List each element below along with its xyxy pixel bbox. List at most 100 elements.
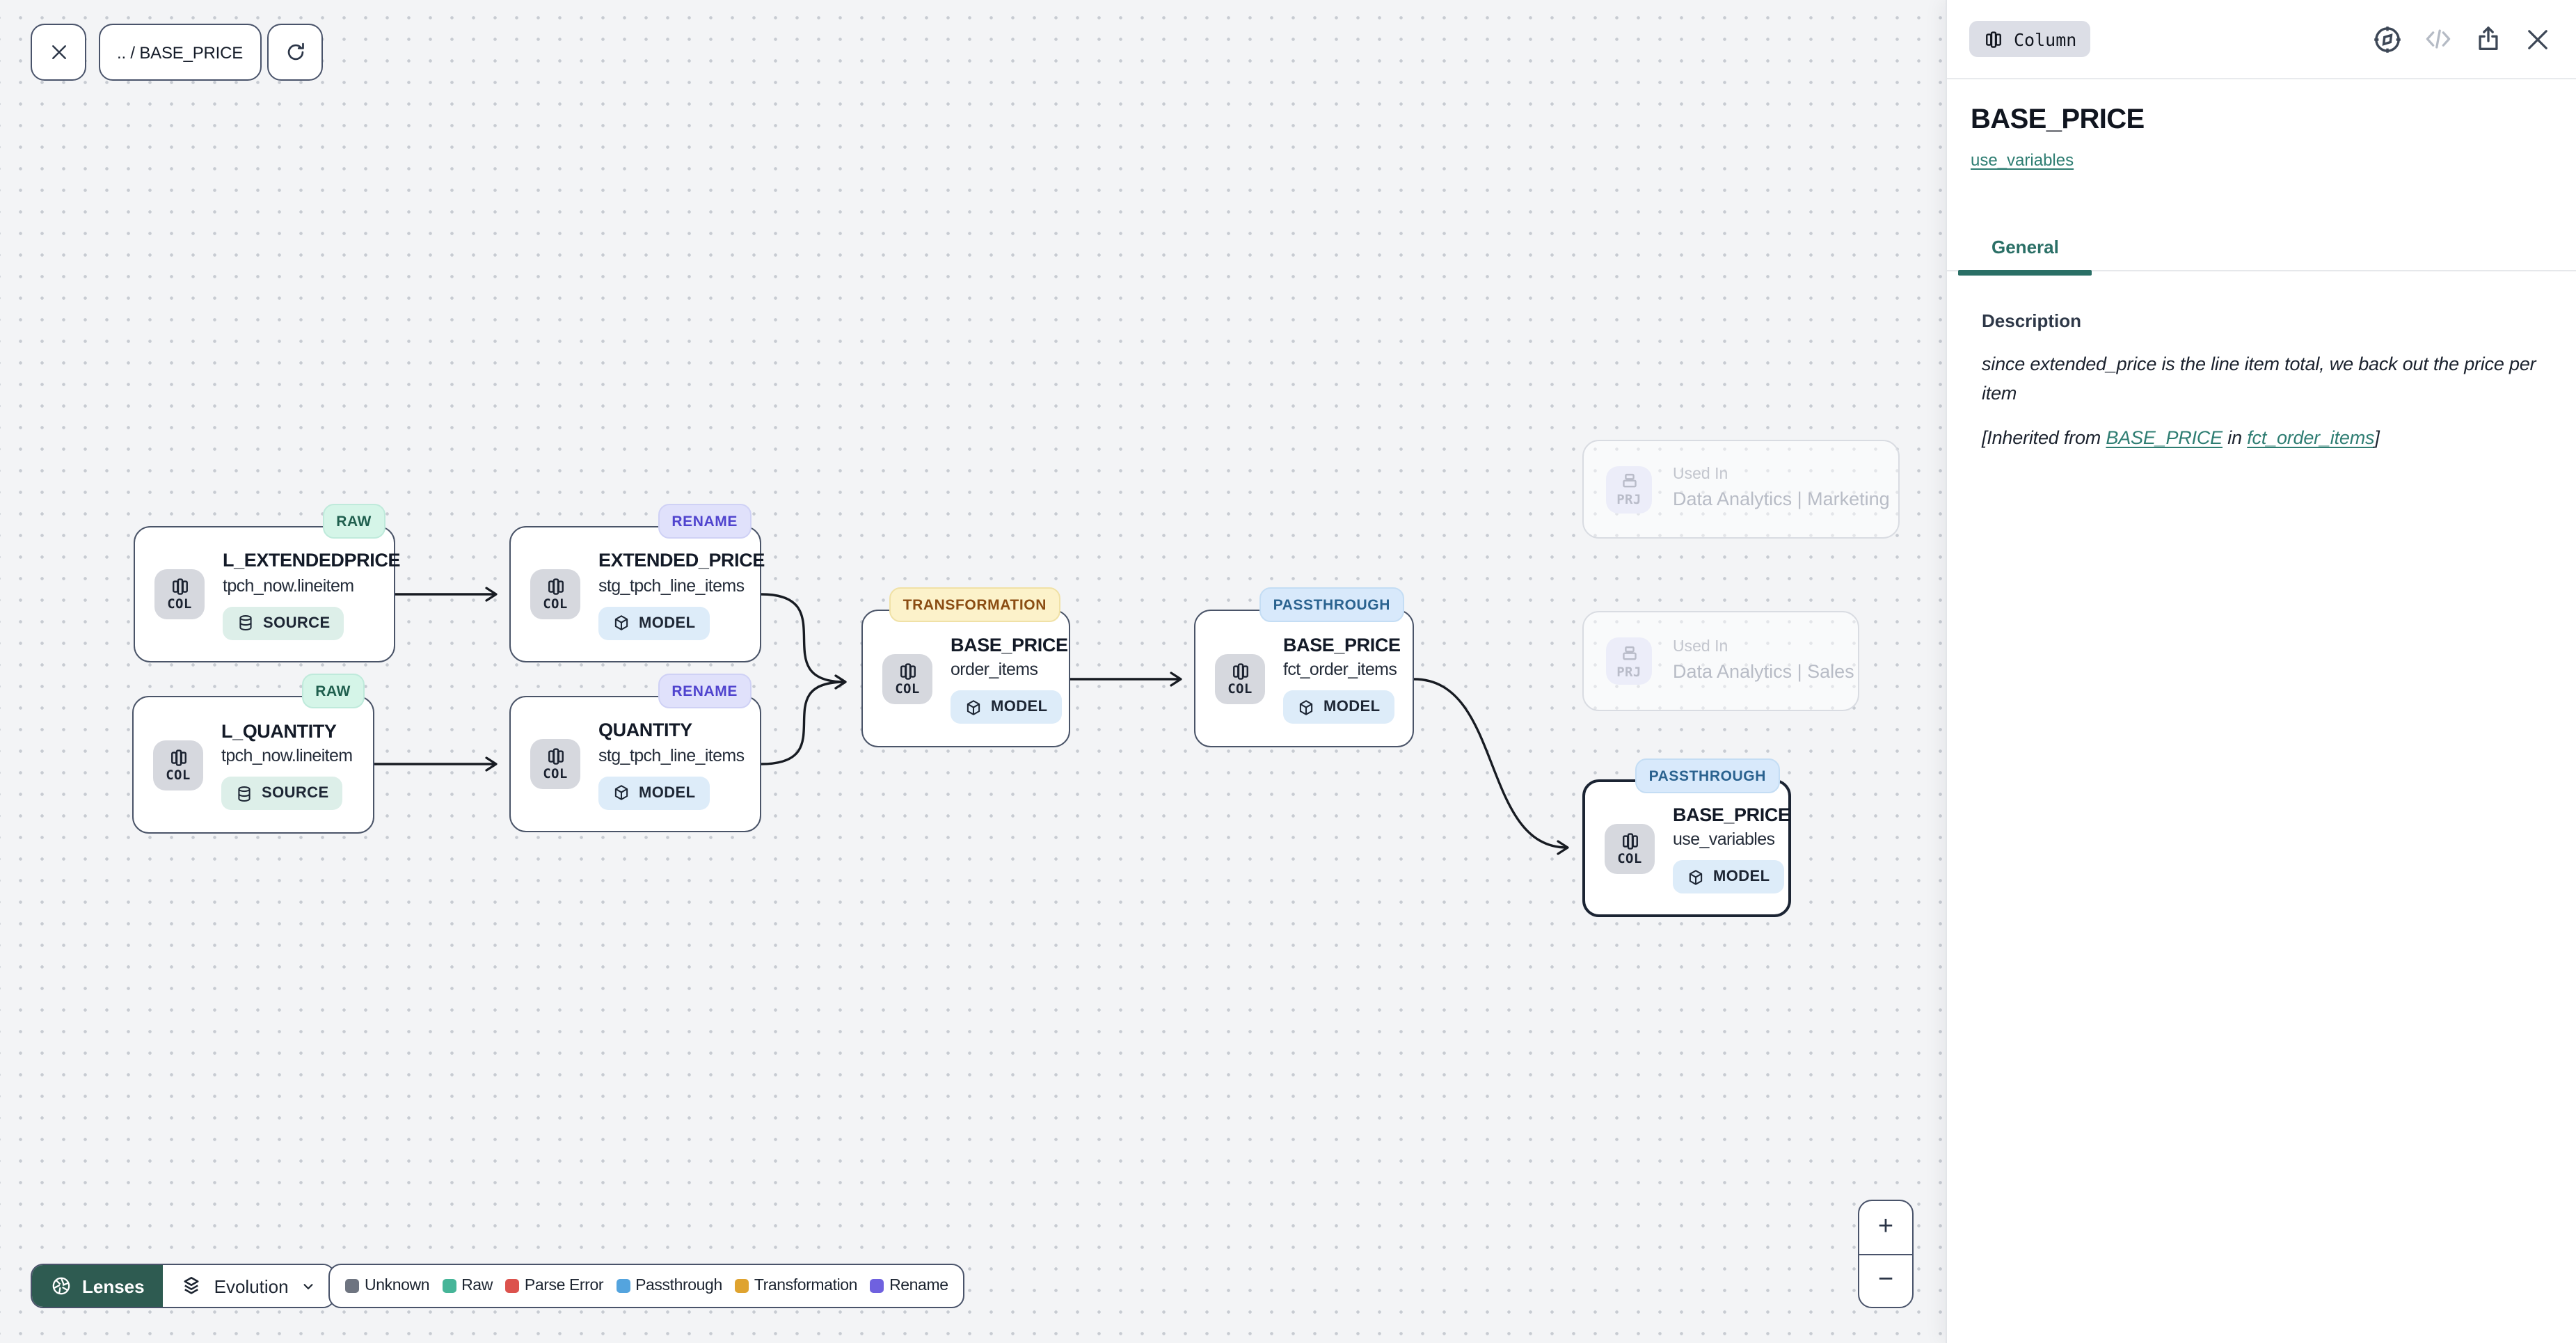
node-subtitle: stg_tpch_line_items	[598, 742, 745, 768]
node-title: EXTENDED_PRICE	[598, 548, 765, 573]
chip-label: COL	[1617, 853, 1642, 866]
legend-item-raw: Raw	[442, 1278, 493, 1294]
legend-label: Transformation	[754, 1278, 857, 1294]
columns-icon	[1230, 661, 1250, 682]
lens-badge: PASSTHROUGH	[1635, 758, 1780, 793]
close-lineage-button[interactable]	[31, 24, 86, 81]
column-chip: COL	[1215, 653, 1265, 704]
chip-label: COL	[167, 599, 192, 612]
legend-swatch	[870, 1279, 884, 1293]
lens-badge: RENAME	[658, 674, 752, 708]
column-chip: COL	[153, 740, 203, 790]
lens-selected-label: Evolution	[214, 1276, 289, 1296]
database-icon	[235, 785, 253, 803]
column-node-base-price-fct-order-items[interactable]: PASSTHROUGH COL BASE_PRICE fct_order_ite…	[1194, 610, 1414, 747]
legend-swatch	[345, 1279, 359, 1293]
node-kind-pill: MODEL	[1283, 691, 1394, 724]
cube-icon	[612, 784, 630, 802]
refresh-icon	[283, 40, 307, 64]
used-in-name: Data Analytics | Sales	[1673, 658, 1854, 687]
legend-label: Passthrough	[635, 1278, 722, 1294]
legend-item-passthrough: Passthrough	[616, 1278, 722, 1294]
column-chip: COL	[882, 653, 932, 704]
columns-icon	[1983, 29, 2004, 49]
chevron-down-icon	[300, 1277, 318, 1295]
tab-general[interactable]: General	[1958, 224, 2092, 270]
refresh-button[interactable]	[267, 24, 323, 81]
lenses-control: Lenses Evolution	[31, 1264, 336, 1308]
lenses-button[interactable]: Lenses	[32, 1265, 163, 1307]
node-title: L_EXTENDEDPRICE	[223, 548, 400, 573]
zoom-in-button[interactable]: +	[1859, 1201, 1912, 1255]
breadcrumb[interactable]: .. / BASE_PRICE	[99, 24, 261, 81]
lenses-label: Lenses	[82, 1276, 145, 1296]
node-title: BASE_PRICE	[1283, 633, 1401, 657]
node-title: BASE_PRICE	[1673, 802, 1790, 827]
share-button[interactable]	[2472, 23, 2504, 55]
node-kind-label: MODEL	[991, 699, 1047, 716]
chip-label: PRJ	[1616, 667, 1641, 680]
cube-icon	[1687, 868, 1705, 887]
used-in-node-sales[interactable]: PRJ Used In Data Analytics | Sales	[1582, 611, 1859, 711]
node-subtitle: tpch_now.lineitem	[223, 573, 354, 598]
lens-select-dropdown[interactable]: Evolution	[163, 1265, 335, 1307]
legend-swatch	[735, 1279, 749, 1293]
legend-label: Rename	[889, 1278, 948, 1294]
node-subtitle: fct_order_items	[1283, 657, 1397, 682]
zoom-out-button[interactable]: −	[1859, 1255, 1912, 1307]
lens-legend: Unknown Raw Parse Error Passthrough Tran…	[328, 1264, 965, 1308]
inherited-model-link[interactable]: fct_order_items	[2247, 427, 2374, 448]
legend-label: Unknown	[365, 1278, 429, 1294]
node-subtitle: use_variables	[1673, 827, 1774, 852]
column-node-extended-price[interactable]: RENAME COL EXTENDED_PRICE stg_tpch_line_…	[509, 526, 761, 662]
node-kind-pill: MODEL	[1673, 861, 1783, 894]
node-kind-label: MODEL	[1323, 699, 1380, 716]
project-icon	[1618, 471, 1640, 493]
close-panel-button[interactable]	[2522, 23, 2554, 55]
lens-badge: TRANSFORMATION	[889, 587, 1060, 622]
node-title: QUANTITY	[598, 718, 692, 742]
code-icon	[2422, 24, 2453, 54]
node-kind-pill: SOURCE	[221, 777, 343, 811]
used-in-label: Used In	[1673, 464, 1728, 486]
entity-type-badge: Column	[1969, 21, 2090, 57]
inherited-prefix: [Inherited from	[1982, 427, 2106, 448]
columns-icon	[545, 577, 566, 598]
column-node-l-quantity[interactable]: RAW COL L_QUANTITY tpch_now.lineitem SOU…	[132, 696, 374, 834]
project-icon	[1618, 643, 1640, 665]
node-title: BASE_PRICE	[951, 633, 1068, 657]
close-icon	[2523, 24, 2552, 54]
column-node-l-extendedprice[interactable]: RAW COL L_EXTENDEDPRICE tpch_now.lineite…	[134, 526, 395, 662]
details-panel-header: Column	[1947, 0, 2576, 79]
view-code-button[interactable]	[2422, 23, 2454, 55]
legend-swatch	[442, 1279, 456, 1293]
database-icon	[237, 614, 255, 633]
node-kind-pill: MODEL	[598, 777, 709, 810]
columns-icon	[169, 577, 190, 598]
legend-label: Raw	[461, 1278, 493, 1294]
breadcrumb-label: .. / BASE_PRICE	[117, 42, 243, 62]
explore-compass-button[interactable]	[2371, 23, 2403, 55]
legend-item-parse-error: Parse Error	[505, 1278, 603, 1294]
column-chip: COL	[530, 739, 580, 789]
column-node-base-price-use-variables[interactable]: PASSTHROUGH COL BASE_PRICE use_variables…	[1582, 779, 1791, 917]
inherited-suffix: ]	[2374, 427, 2379, 448]
panel-title: BASE_PRICE	[1971, 103, 2554, 138]
model-link[interactable]: use_variables	[1971, 150, 2074, 170]
column-chip: COL	[1605, 823, 1655, 873]
columns-icon	[897, 661, 918, 682]
cube-icon	[1297, 699, 1315, 717]
project-chip: PRJ	[1606, 466, 1652, 513]
legend-label: Parse Error	[525, 1278, 603, 1294]
column-node-quantity[interactable]: RENAME COL QUANTITY stg_tpch_line_items …	[509, 696, 761, 832]
chip-label: COL	[895, 683, 920, 697]
inherited-column-link[interactable]: BASE_PRICE	[2106, 427, 2223, 448]
column-chip: COL	[530, 569, 580, 619]
legend-item-rename: Rename	[870, 1278, 948, 1294]
edge-fct-usevariables	[1414, 679, 1567, 848]
used-in-node-marketing[interactable]: PRJ Used In Data Analytics | Marketing	[1582, 440, 1900, 539]
legend-swatch	[616, 1279, 630, 1293]
description-label: Description	[1982, 310, 2551, 331]
column-node-base-price-order-items[interactable]: TRANSFORMATION COL BASE_PRICE order_item…	[861, 610, 1070, 747]
node-kind-label: SOURCE	[263, 615, 331, 632]
